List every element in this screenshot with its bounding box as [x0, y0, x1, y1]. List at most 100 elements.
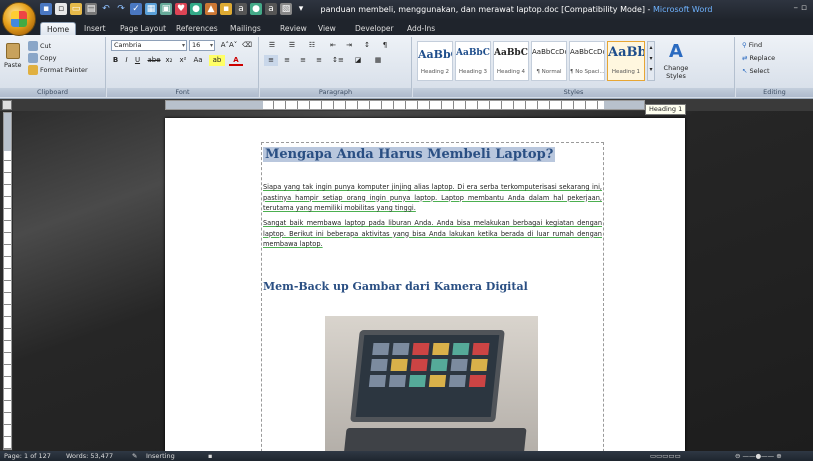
- heading-1[interactable]: Mengapa Anda Harus Membeli Laptop?: [263, 147, 556, 162]
- tab-home[interactable]: Home: [40, 22, 77, 35]
- replace-button[interactable]: ⇄ Replace: [742, 54, 775, 62]
- increase-indent-button[interactable]: ⇥: [342, 40, 356, 51]
- align-center-button[interactable]: ≡: [280, 55, 294, 66]
- ruler-bar: [0, 99, 813, 111]
- top-margin-marker: [4, 113, 11, 151]
- sort-button[interactable]: ↕: [360, 40, 374, 51]
- grow-font-button[interactable]: A˄A˅: [219, 40, 239, 51]
- select-label: Select: [749, 67, 770, 75]
- change-case-button[interactable]: Aa: [191, 55, 205, 66]
- office-logo-icon: [11, 11, 27, 27]
- multilevel-list-button[interactable]: ☷: [304, 40, 320, 51]
- subscript-button[interactable]: x₂: [163, 55, 175, 66]
- format-painter-button[interactable]: Format Painter: [28, 65, 88, 75]
- insert-mode[interactable]: Inserting: [146, 451, 175, 461]
- copy-icon: [28, 53, 38, 63]
- app-name: Microsoft Word: [652, 5, 713, 14]
- copy-button[interactable]: Copy: [28, 53, 57, 63]
- underline-button[interactable]: U: [133, 55, 142, 66]
- find-button[interactable]: ⚲ Find: [742, 41, 762, 49]
- change-styles-label: Change Styles: [663, 64, 689, 80]
- paragraph-2-text: Sangat baik membawa laptop pada liburan …: [263, 219, 602, 248]
- style-name: Heading 4: [496, 69, 526, 75]
- tab-insert[interactable]: Insert: [84, 22, 106, 35]
- numbering-button[interactable]: ☰: [284, 40, 300, 51]
- tab-developer[interactable]: Developer: [355, 22, 394, 35]
- window-controls[interactable]: – ▫: [794, 3, 807, 13]
- vertical-ruler[interactable]: [3, 112, 12, 450]
- proofing-icon[interactable]: ✎: [132, 451, 137, 461]
- line-spacing-button[interactable]: ↕≡: [330, 55, 346, 66]
- replace-label: Replace: [749, 54, 776, 62]
- replace-icon: ⇄: [742, 54, 748, 62]
- office-button[interactable]: [2, 2, 36, 36]
- editing-group-label: Editing: [736, 88, 813, 97]
- style-heading-4[interactable]: AaBbCcI Heading 4: [493, 41, 529, 81]
- shading-button[interactable]: ◪: [350, 55, 366, 66]
- paragraph-group-label: Paragraph: [260, 88, 411, 97]
- style-sample: AaBb(: [608, 45, 644, 60]
- align-left-button[interactable]: ≡: [264, 55, 278, 66]
- tab-mailings[interactable]: Mailings: [230, 22, 261, 35]
- paragraph-1[interactable]: Siapa yang tak ingin punya komputer jinj…: [263, 182, 602, 214]
- style-name: ¶ No Spaci...: [570, 69, 604, 75]
- styles-group: AaBbC( Heading 2 AaBbCcI Heading 3 AaBbC…: [413, 37, 735, 97]
- heading-2[interactable]: Mem-Back up Gambar dari Kamera Digital: [263, 280, 528, 293]
- bold-button[interactable]: B: [111, 55, 120, 66]
- borders-button[interactable]: ▦: [370, 55, 386, 66]
- decrease-indent-button[interactable]: ⇤: [326, 40, 340, 51]
- font-name-combo[interactable]: Cambria: [111, 40, 187, 51]
- ribbon-tabs: Home Insert Page Layout References Maili…: [0, 20, 813, 35]
- cut-button[interactable]: Cut: [28, 41, 51, 51]
- scissors-icon: [28, 41, 38, 51]
- superscript-button[interactable]: x²: [177, 55, 189, 66]
- highlight-button[interactable]: ab: [209, 55, 225, 66]
- tab-review[interactable]: Review: [280, 22, 307, 35]
- style-sample: AaBbCcDc: [570, 48, 604, 56]
- tab-references[interactable]: References: [176, 22, 218, 35]
- tooltip: Heading 1: [645, 104, 687, 115]
- select-button[interactable]: ↖ Select: [742, 67, 770, 75]
- paragraph-group: ☰ ☰ ☷ ⇤ ⇥ ↕ ¶ ≡ ≡ ≡ ≡ ↕≡ ◪ ▦ Paragraph: [260, 37, 412, 97]
- style-sample: AaBbCcI: [456, 48, 490, 58]
- strikethrough-button[interactable]: abe: [147, 55, 161, 66]
- clipboard-group-label: Clipboard: [0, 88, 105, 97]
- styles-scroll[interactable]: ▴ ▾ ▾: [647, 41, 655, 81]
- paste-button[interactable]: Paste: [4, 43, 22, 69]
- left-margin-marker[interactable]: [166, 101, 263, 109]
- paragraph-2[interactable]: Sangat baik membawa laptop pada liburan …: [263, 218, 602, 250]
- tab-selector[interactable]: [2, 100, 12, 110]
- style-no-spacing[interactable]: AaBbCcDc ¶ No Spaci...: [569, 41, 605, 81]
- title-bar: ▪ ▫ ▭ ▤ ↶ ↷ ✓ ▦ ▣ ♥ ● ▲ ▪ a ● a ▧ ▾ pand…: [0, 0, 813, 20]
- style-heading-3[interactable]: AaBbCcI Heading 3: [455, 41, 491, 81]
- macro-icon[interactable]: ▪: [208, 451, 212, 461]
- change-styles-button[interactable]: A Change Styles: [661, 41, 691, 80]
- align-right-button[interactable]: ≡: [296, 55, 310, 66]
- right-margin-marker[interactable]: [604, 101, 644, 109]
- tab-add-ins[interactable]: Add-Ins: [407, 22, 435, 35]
- view-buttons[interactable]: ▭▭▭▭▭: [650, 451, 681, 461]
- bullets-button[interactable]: ☰: [264, 40, 280, 51]
- tab-view[interactable]: View: [318, 22, 336, 35]
- document-page[interactable]: Mengapa Anda Harus Membeli Laptop? Siapa…: [165, 118, 685, 451]
- font-color-button[interactable]: A: [229, 55, 243, 66]
- select-icon: ↖: [742, 67, 748, 75]
- cut-label: Cut: [40, 42, 52, 50]
- style-heading-1[interactable]: AaBb( Heading 1: [607, 41, 645, 81]
- paragraph-1-text: Siapa yang tak ingin punya komputer jinj…: [263, 183, 602, 212]
- word-count[interactable]: Words: 53,477: [66, 451, 113, 461]
- title-separator: -: [645, 5, 653, 14]
- page-count[interactable]: Page: 1 of 127: [4, 451, 51, 461]
- ribbon: Paste Cut Copy Format Painter Clipboard …: [0, 35, 813, 99]
- clear-format-button[interactable]: ⌫: [241, 40, 253, 51]
- style-normal[interactable]: AaBbCcDc ¶ Normal: [531, 41, 567, 81]
- tab-page-layout[interactable]: Page Layout: [120, 22, 166, 35]
- horizontal-ruler[interactable]: [165, 100, 645, 110]
- zoom-slider[interactable]: ⊖ ——●—— ⊕: [735, 451, 782, 461]
- style-heading-2[interactable]: AaBbC( Heading 2: [417, 41, 453, 81]
- laptop-photo[interactable]: [325, 316, 538, 451]
- font-size-combo[interactable]: 16: [189, 40, 215, 51]
- justify-button[interactable]: ≡: [312, 55, 326, 66]
- show-formatting-button[interactable]: ¶: [378, 40, 392, 51]
- italic-button[interactable]: I: [122, 55, 131, 66]
